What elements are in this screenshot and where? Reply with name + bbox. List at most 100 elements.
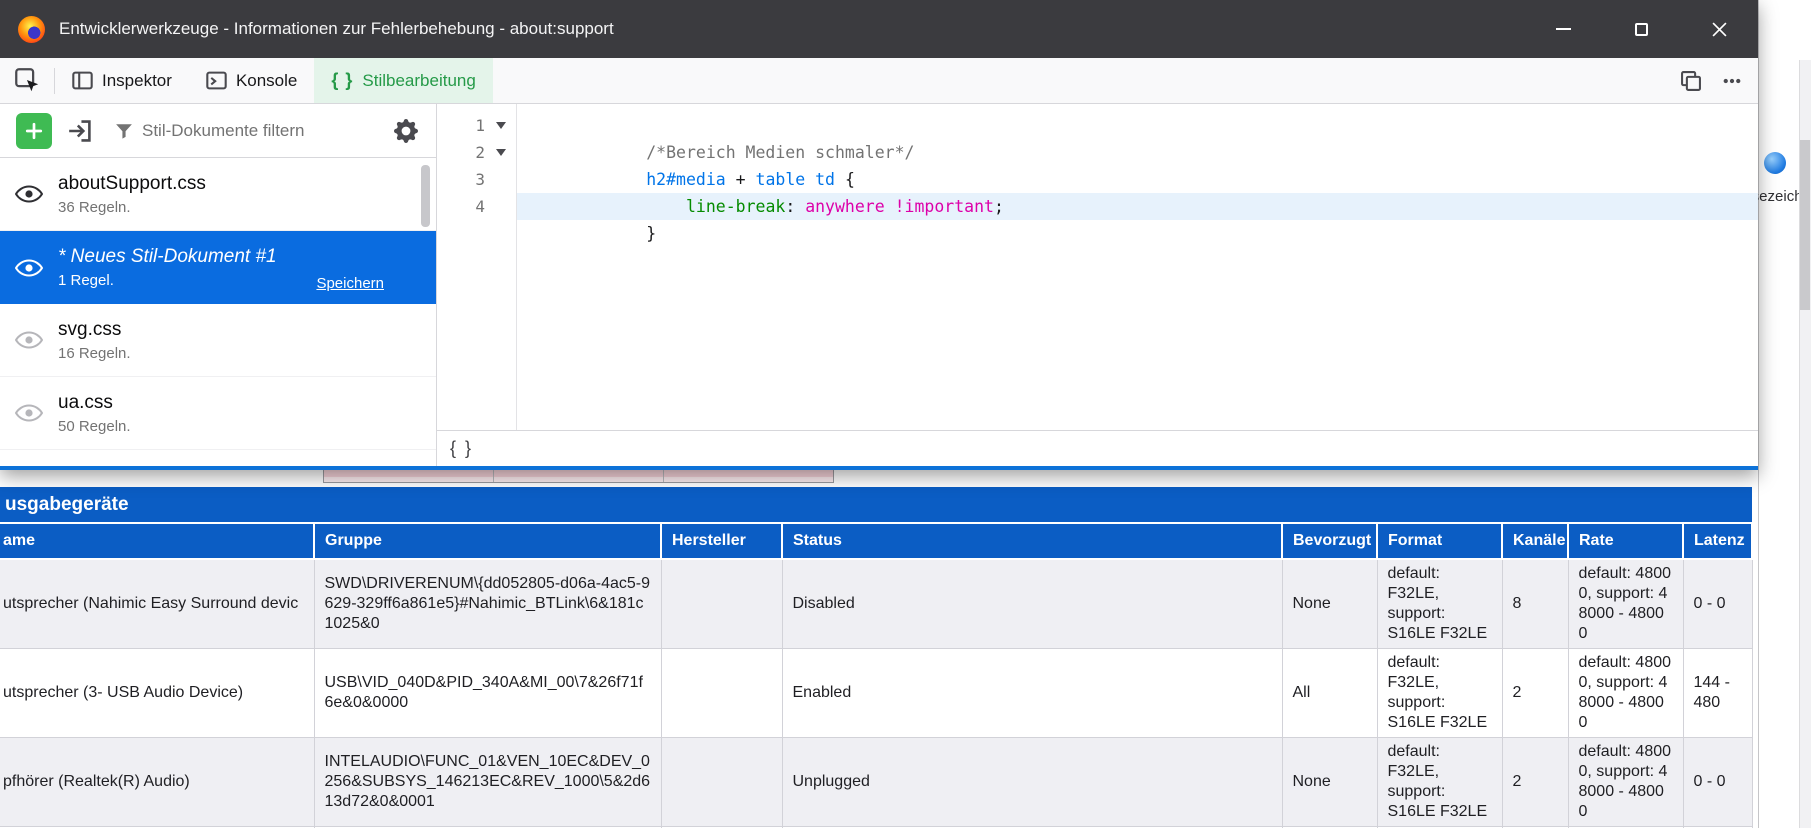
- column-header-status: Status: [782, 524, 1282, 559]
- maximize-icon: [1635, 23, 1648, 36]
- stylesheet-name: * Neues Stil-Dokument #1: [58, 246, 277, 268]
- dock-mode-button[interactable]: [1680, 70, 1702, 92]
- window-title: Entwicklerwerkzeuge - Informationen zur …: [59, 19, 614, 39]
- eye-icon: [15, 185, 43, 203]
- import-stylesheet-button[interactable]: [67, 118, 93, 144]
- style-editor-panel: aboutSupport.css 36 Regeln. * Neues Stil…: [0, 104, 1758, 466]
- code-editing-area[interactable]: /*Bereich Medien schmaler*/ h2#media + t…: [517, 104, 1758, 430]
- import-icon: [67, 118, 93, 144]
- at-rules-symbol: { }: [450, 438, 473, 459]
- element-picker-button[interactable]: [0, 58, 54, 103]
- filter-box: [115, 121, 394, 141]
- partial-table-cell: [494, 470, 664, 482]
- audio-output-devices-table: ame Gruppe Hersteller Status Bevorzugt F…: [0, 524, 1753, 828]
- devtools-window: Entwicklerwerkzeuge - Informationen zur …: [0, 0, 1758, 470]
- tab-stilbearbeitung[interactable]: { } Stilbearbeitung: [314, 58, 492, 103]
- stylesheet-list: aboutSupport.css 36 Regeln. * Neues Stil…: [0, 158, 436, 466]
- cell-hersteller: [661, 649, 782, 738]
- new-stylesheet-button[interactable]: [16, 113, 52, 149]
- plus-icon: [25, 122, 43, 140]
- stylesheet-rule-count: 16 Regeln.: [58, 345, 131, 362]
- column-header-kanaele: Kanäle: [1502, 524, 1568, 559]
- stylesheet-name: ua.css: [58, 392, 131, 414]
- code-token: !important: [895, 197, 994, 216]
- maximize-button[interactable]: [1602, 0, 1680, 58]
- cell-status: Disabled: [782, 559, 1282, 649]
- cell-hersteller: [661, 738, 782, 827]
- cell-bevorzugt: None: [1282, 738, 1377, 827]
- cell-gruppe: USB\VID_040D&PID_340A&MI_00\7&26f71f6e&0…: [314, 649, 661, 738]
- cell-gruppe: INTELAUDIO\FUNC_01&VEN_10EC&DEV_0256&SUB…: [314, 738, 661, 827]
- fold-toggle[interactable]: [485, 122, 516, 129]
- visibility-toggle[interactable]: [0, 185, 58, 203]
- code-token: [835, 170, 845, 189]
- inspector-icon: [72, 70, 93, 91]
- stylesheet-sidebar: aboutSupport.css 36 Regeln. * Neues Stil…: [0, 104, 437, 466]
- stylesheet-item-new-document[interactable]: * Neues Stil-Dokument #1 1 Regel. Speich…: [0, 231, 436, 304]
- line-number: 3: [437, 170, 485, 189]
- cell-kanaele: 2: [1502, 738, 1568, 827]
- window-controls: [1524, 0, 1758, 58]
- code-token: [805, 170, 815, 189]
- gutter-line: 3: [437, 166, 516, 193]
- stylesheet-item-mathml[interactable]: mathml.css: [0, 450, 436, 466]
- sidebar-scrollbar-thumb[interactable]: [421, 165, 430, 227]
- source-editor: 1 2 3 4: [437, 104, 1758, 466]
- blue-app-icon[interactable]: [1764, 152, 1786, 174]
- visibility-toggle[interactable]: [0, 259, 58, 277]
- close-button[interactable]: [1680, 0, 1758, 58]
- cell-format: default: F32LE, support: S16LE F32LE: [1377, 738, 1502, 827]
- tab-konsole-label: Konsole: [236, 71, 297, 91]
- firefox-icon: [18, 16, 45, 43]
- stylesheet-rule-count: 50 Regeln.: [58, 418, 131, 435]
- visibility-toggle[interactable]: [0, 404, 58, 422]
- line-number-gutter: 1 2 3 4: [437, 104, 517, 430]
- cell-status: Enabled: [782, 649, 1282, 738]
- cell-hersteller: [661, 559, 782, 649]
- code-token: +: [726, 170, 756, 189]
- sidebar-toolbar: [0, 104, 436, 158]
- stylesheet-item-svg[interactable]: svg.css 16 Regeln.: [0, 304, 436, 377]
- code-token: ;: [994, 197, 1004, 216]
- cell-status: Unplugged: [782, 738, 1282, 827]
- cell-gruppe: SWD\DRIVERENUM\{dd052805-d06a-4ac5-9629-…: [314, 559, 661, 649]
- page-scrollbar-thumb[interactable]: [1800, 140, 1810, 310]
- stylesheet-item-aboutsupport[interactable]: aboutSupport.css 36 Regeln.: [0, 158, 436, 231]
- code-token: anywhere: [805, 197, 884, 216]
- element-picker-icon: [14, 67, 41, 94]
- code-token: h2#media: [646, 170, 725, 189]
- cell-name: pfhörer (Realtek(R) Audio): [0, 738, 314, 827]
- cell-format: default: F32LE, support: S16LE F32LE: [1377, 649, 1502, 738]
- code-token: table: [756, 170, 806, 189]
- line-number: 4: [437, 197, 485, 216]
- tab-stilbearbeitung-label: Stilbearbeitung: [362, 71, 475, 91]
- column-header-rate: Rate: [1568, 524, 1683, 559]
- titlebar: Entwicklerwerkzeuge - Informationen zur …: [0, 0, 1758, 58]
- tab-konsole[interactable]: Konsole: [189, 58, 314, 103]
- code-token: }: [646, 224, 656, 243]
- stylesheet-rule-count: 1 Regel.: [58, 272, 277, 289]
- tab-inspektor[interactable]: Inspektor: [55, 58, 189, 103]
- column-header-hersteller: Hersteller: [661, 524, 782, 559]
- console-icon: [206, 70, 227, 91]
- stylesheet-filter-input[interactable]: [142, 121, 362, 141]
- table-header-row: ame Gruppe Hersteller Status Bevorzugt F…: [0, 524, 1752, 559]
- minimize-button[interactable]: [1524, 0, 1602, 58]
- stylesheet-item-ua[interactable]: ua.css 50 Regeln.: [0, 377, 436, 450]
- save-stylesheet-link[interactable]: Speichern: [316, 275, 384, 292]
- gutter-line: 1: [437, 112, 516, 139]
- devtools-menu-button[interactable]: [1722, 71, 1742, 91]
- style-editor-options-button[interactable]: [394, 119, 418, 143]
- line-number: 1: [437, 116, 485, 135]
- fold-arrow-icon: [496, 122, 506, 129]
- gear-icon: [394, 119, 418, 143]
- line-number: 2: [437, 143, 485, 162]
- window-accent-border: [0, 466, 1758, 470]
- fold-toggle[interactable]: [485, 149, 516, 156]
- code-line-1: /*Bereich Medien schmaler*/: [517, 112, 1758, 139]
- cell-rate: default: 48000, support: 48000 - 48000: [1568, 649, 1683, 738]
- page-scrollbar[interactable]: [1799, 60, 1811, 828]
- stylesheet-name: aboutSupport.css: [58, 173, 206, 195]
- visibility-toggle[interactable]: [0, 331, 58, 349]
- close-icon: [1712, 22, 1727, 37]
